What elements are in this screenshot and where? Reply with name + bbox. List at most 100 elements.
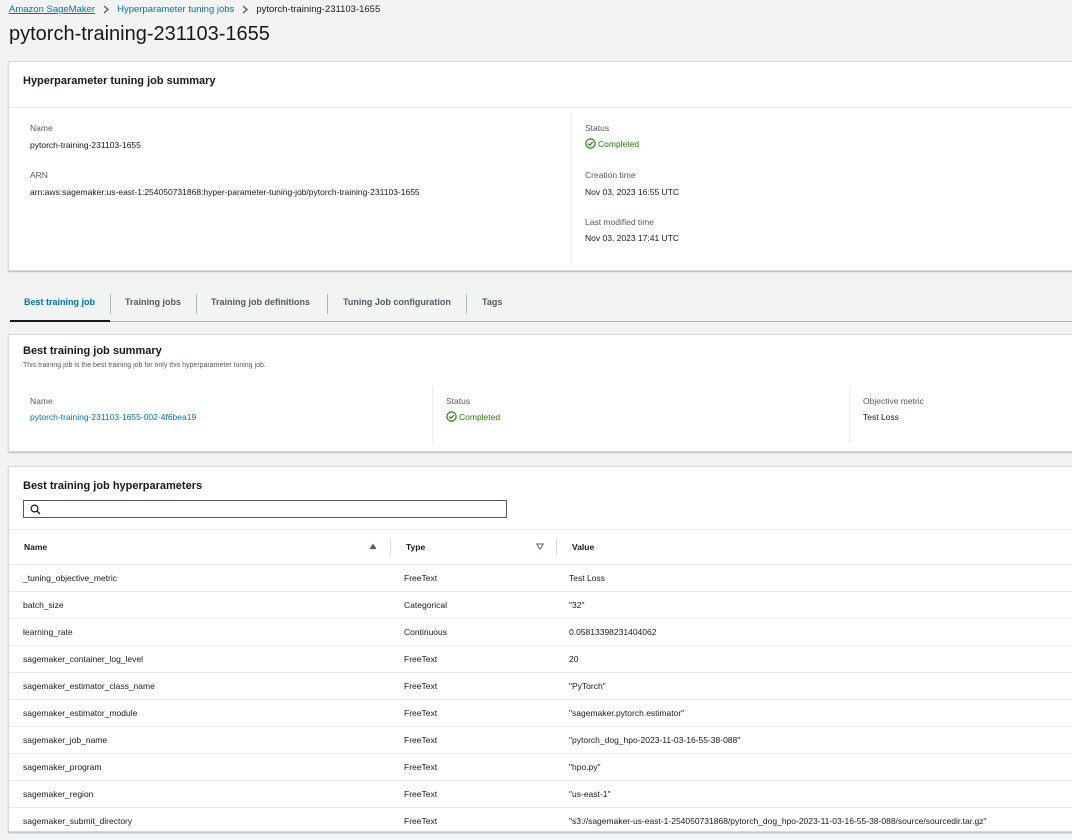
divider [9,107,1072,108]
column-header-type[interactable]: Type [391,529,557,565]
search-box [23,500,507,518]
hyperparameters-table: Name Type Value _tuning_objective_metric… [9,529,1072,835]
tab-tags[interactable]: Tags [482,297,502,307]
table-row: sagemaker_job_name FreeText "pytorch_dog_h… [9,726,1072,754]
check-circle-icon [446,411,457,422]
column-header-label: Value [572,542,595,552]
hyperparameter-value-cell: Test Loss [557,564,1072,592]
column-divider [571,112,572,264]
hyperparameter-type-cell: FreeText [391,780,557,808]
hyperparameter-name-cell: sagemaker_estimator_module [9,699,391,727]
last-modified-value: Nov 03, 2023 17:41 UTC [585,233,680,243]
table-row: sagemaker_program FreeText "hpo.py" [9,753,1072,781]
tab-separator [466,294,467,314]
column-divider [849,386,850,444]
column-divider [432,386,433,444]
last-modified-label: Last modified time [585,217,654,227]
tuning-job-summary-panel: Hyperparameter tuning job summary Name p… [8,61,1072,271]
sort-descending-icon[interactable] [535,542,545,552]
creation-time-label: Creation time [585,170,636,180]
objective-metric-label: Objective metric [863,396,924,406]
chevron-right-icon [103,5,110,14]
breadcrumb-amazon-sagemaker[interactable]: Amazon SageMaker [9,4,95,15]
table-row: sagemaker_estimator_module FreeText "sagem… [9,699,1072,727]
best-training-job-link[interactable]: pytorch-training-231103-1655-002-4f6bea1… [30,412,196,422]
hyperparameter-type-cell: Categorical [391,591,557,619]
sort-ascending-icon[interactable] [369,542,377,552]
search-input[interactable] [46,502,501,516]
tab-bar-line [10,321,1072,322]
tab-training-jobs[interactable]: Training jobs [125,297,181,307]
hyperparameter-type-cell: FreeText [391,726,557,754]
best-name-label: Name [30,396,53,406]
active-tab-indicator [10,320,110,322]
hyperparameter-name-cell: sagemaker_region [9,780,391,808]
search-icon [30,504,41,515]
hyperparameter-name-cell: batch_size [9,591,391,619]
breadcrumb-hyperparameter-tuning-jobs[interactable]: Hyperparameter tuning jobs [117,4,234,15]
tab-separator [196,294,197,314]
hyperparameter-type-cell: FreeText [391,564,557,592]
name-label: Name [30,123,53,133]
hyperparameter-value-cell: "32" [557,591,1072,619]
best-status-text: Completed [459,411,501,422]
hyperparameters-table-body: _tuning_objective_metric FreeText Test Los… [9,564,1072,835]
breadcrumb-current: pytorch-training-231103-1655 [256,4,381,15]
best-training-job-hyperparameters-panel: Best training job hyperparameters Name T… [8,466,1072,835]
column-header-name[interactable]: Name [9,529,391,565]
creation-time-value: Nov 03, 2023 16:55 UTC [585,187,680,197]
hyperparameter-value-cell: "PyTorch" [557,672,1072,700]
column-header-value[interactable]: Value [557,529,1072,565]
summary-header: Hyperparameter tuning job summary [23,75,216,87]
hyperparameter-type-cell: FreeText [391,672,557,700]
status-label: Status [585,123,610,133]
hyperparameter-value-cell: 0.05813398231404062 [557,618,1072,646]
hyperparameter-type-cell: FreeText [391,807,557,835]
hyperparameters-header: Best training job hyperparameters [23,480,203,492]
tab-separator [110,294,111,314]
tab-best-training-job[interactable]: Best training job [24,297,95,307]
best-training-job-summary-panel: Best training job summary This training … [8,334,1072,452]
page-title: pytorch-training-231103-1655 [9,23,270,45]
chevron-right-icon [242,5,249,14]
hyperparameter-name-cell: sagemaker_job_name [9,726,391,754]
objective-metric-value: Test Loss [863,412,899,422]
best-status-label: Status [446,396,471,406]
arn-label: ARN [30,170,48,180]
status-text: Completed [598,138,640,149]
hyperparameter-name-cell: _tuning_objective_metric [9,564,391,592]
best-summary-description: This training job is the best training j… [23,362,266,369]
hyperparameter-type-cell: FreeText [391,753,557,781]
table-row: sagemaker_estimator_class_name FreeText "P… [9,672,1072,700]
hyperparameter-name-cell: learning_rate [9,618,391,646]
table-row: learning_rate Continuous 0.058133982314040… [9,618,1072,646]
hyperparameter-type-cell: FreeText [391,645,557,673]
hyperparameter-value-cell: "us-east-1" [557,780,1072,808]
tab-training-job-definitions[interactable]: Training job definitions [211,297,310,307]
hyperparameter-name-cell: sagemaker_submit_directory [9,807,391,835]
tab-separator [327,294,328,314]
best-status-badge: Completed [446,411,500,422]
tab-bar: Best training job Training jobs Training… [10,290,1072,322]
column-header-label: Type [406,542,426,552]
hyperparameter-name-cell: sagemaker_program [9,753,391,781]
column-header-label: Name [24,542,48,552]
hyperparameter-name-cell: sagemaker_estimator_class_name [9,672,391,700]
hyperparameter-name-cell: sagemaker_container_log_level [9,645,391,673]
tab-tuning-job-configuration[interactable]: Tuning Job configuration [343,297,451,307]
hyperparameter-type-cell: FreeText [391,699,557,727]
table-row: sagemaker_submit_directory FreeText "s3://… [9,807,1072,835]
name-value: pytorch-training-231103-1655 [30,140,141,150]
best-summary-header: Best training job summary [23,345,162,357]
arn-value: arn:aws:sagemaker:us-east-1:254050731868… [30,187,420,197]
table-row: sagemaker_region FreeText "us-east-1" [9,780,1072,808]
check-circle-icon [585,138,596,149]
table-row: sagemaker_container_log_level FreeText 20 [9,645,1072,673]
table-header-row: Name Type Value [9,529,1072,565]
hyperparameter-value-cell: "s3://sagemaker-us-east-1-254050731868/p… [557,807,1072,835]
breadcrumb: Amazon SageMaker Hyperparameter tuning j… [9,4,380,15]
hyperparameter-value-cell: 20 [557,645,1072,673]
hyperparameter-type-cell: Continuous [391,618,557,646]
table-row: batch_size Categorical "32" [9,591,1072,619]
hyperparameter-value-cell: "pytorch_dog_hpo-2023-11-03-16-55-38-088… [557,726,1072,754]
